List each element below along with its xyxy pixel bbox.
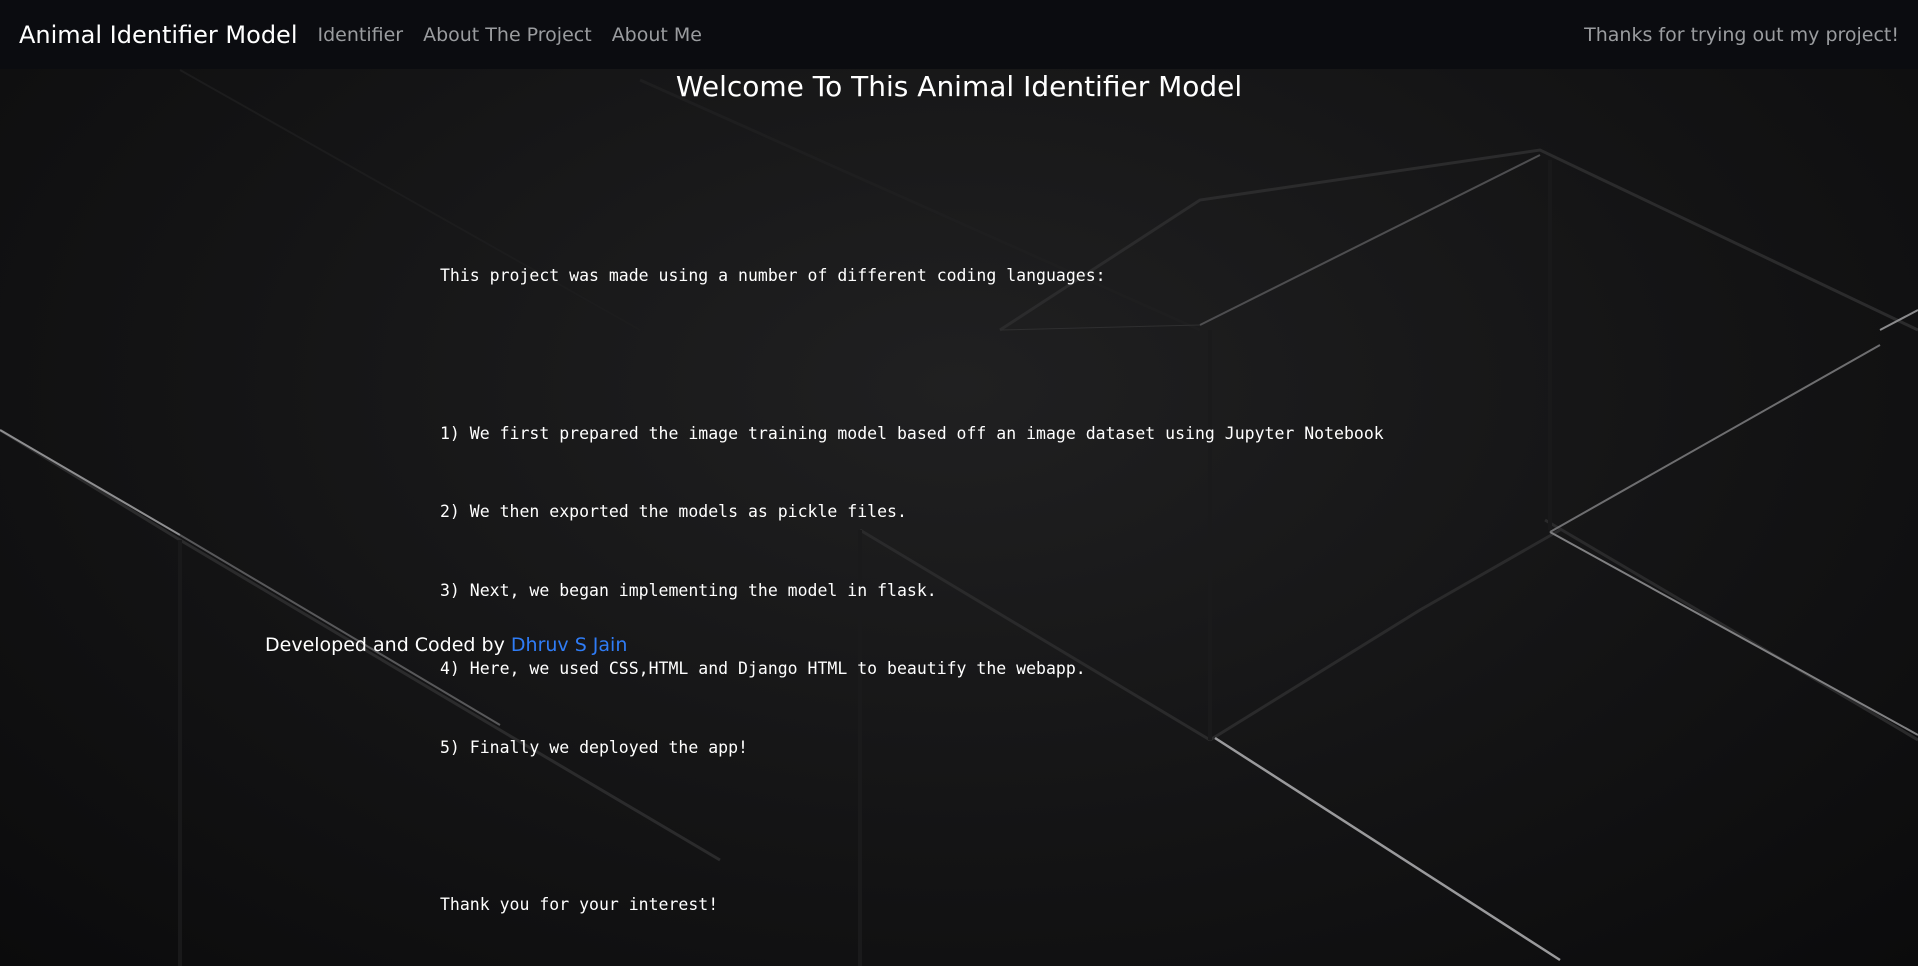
brand-title[interactable]: Animal Identifier Model [19,21,297,49]
nav-link-about-project[interactable]: About The Project [423,24,592,46]
intro-text: This project was made using a number of … [440,266,1106,286]
page: Animal Identifier Model Identifier About… [0,0,1918,966]
nav-link-about-me[interactable]: About Me [612,24,702,46]
project-description: This project was made using a number of … [440,211,1384,966]
page-title: Welcome To This Animal Identifier Model [675,70,1243,103]
step-item: 2) We then exported the models as pickle… [440,502,907,522]
footer-credit: Developed and Coded by Dhruv S Jain [265,634,627,656]
step-item: 4) Here, we used CSS,HTML and Django HTM… [440,659,1086,679]
nav-link-identifier[interactable]: Identifier [317,24,403,46]
step-item: 3) Next, we began implementing the model… [440,580,937,600]
closing-text: Thank you for your interest! [440,895,719,915]
footer-text: Developed and Coded by [265,634,511,656]
top-navbar: Animal Identifier Model Identifier About… [0,0,1918,69]
author-link[interactable]: Dhruv S Jain [511,634,627,656]
step-item: 5) Finally we deployed the app! [440,738,748,758]
step-item: 1) We first prepared the image training … [440,423,1384,443]
navbar-thanks-text: Thanks for trying out my project! [1584,23,1899,46]
